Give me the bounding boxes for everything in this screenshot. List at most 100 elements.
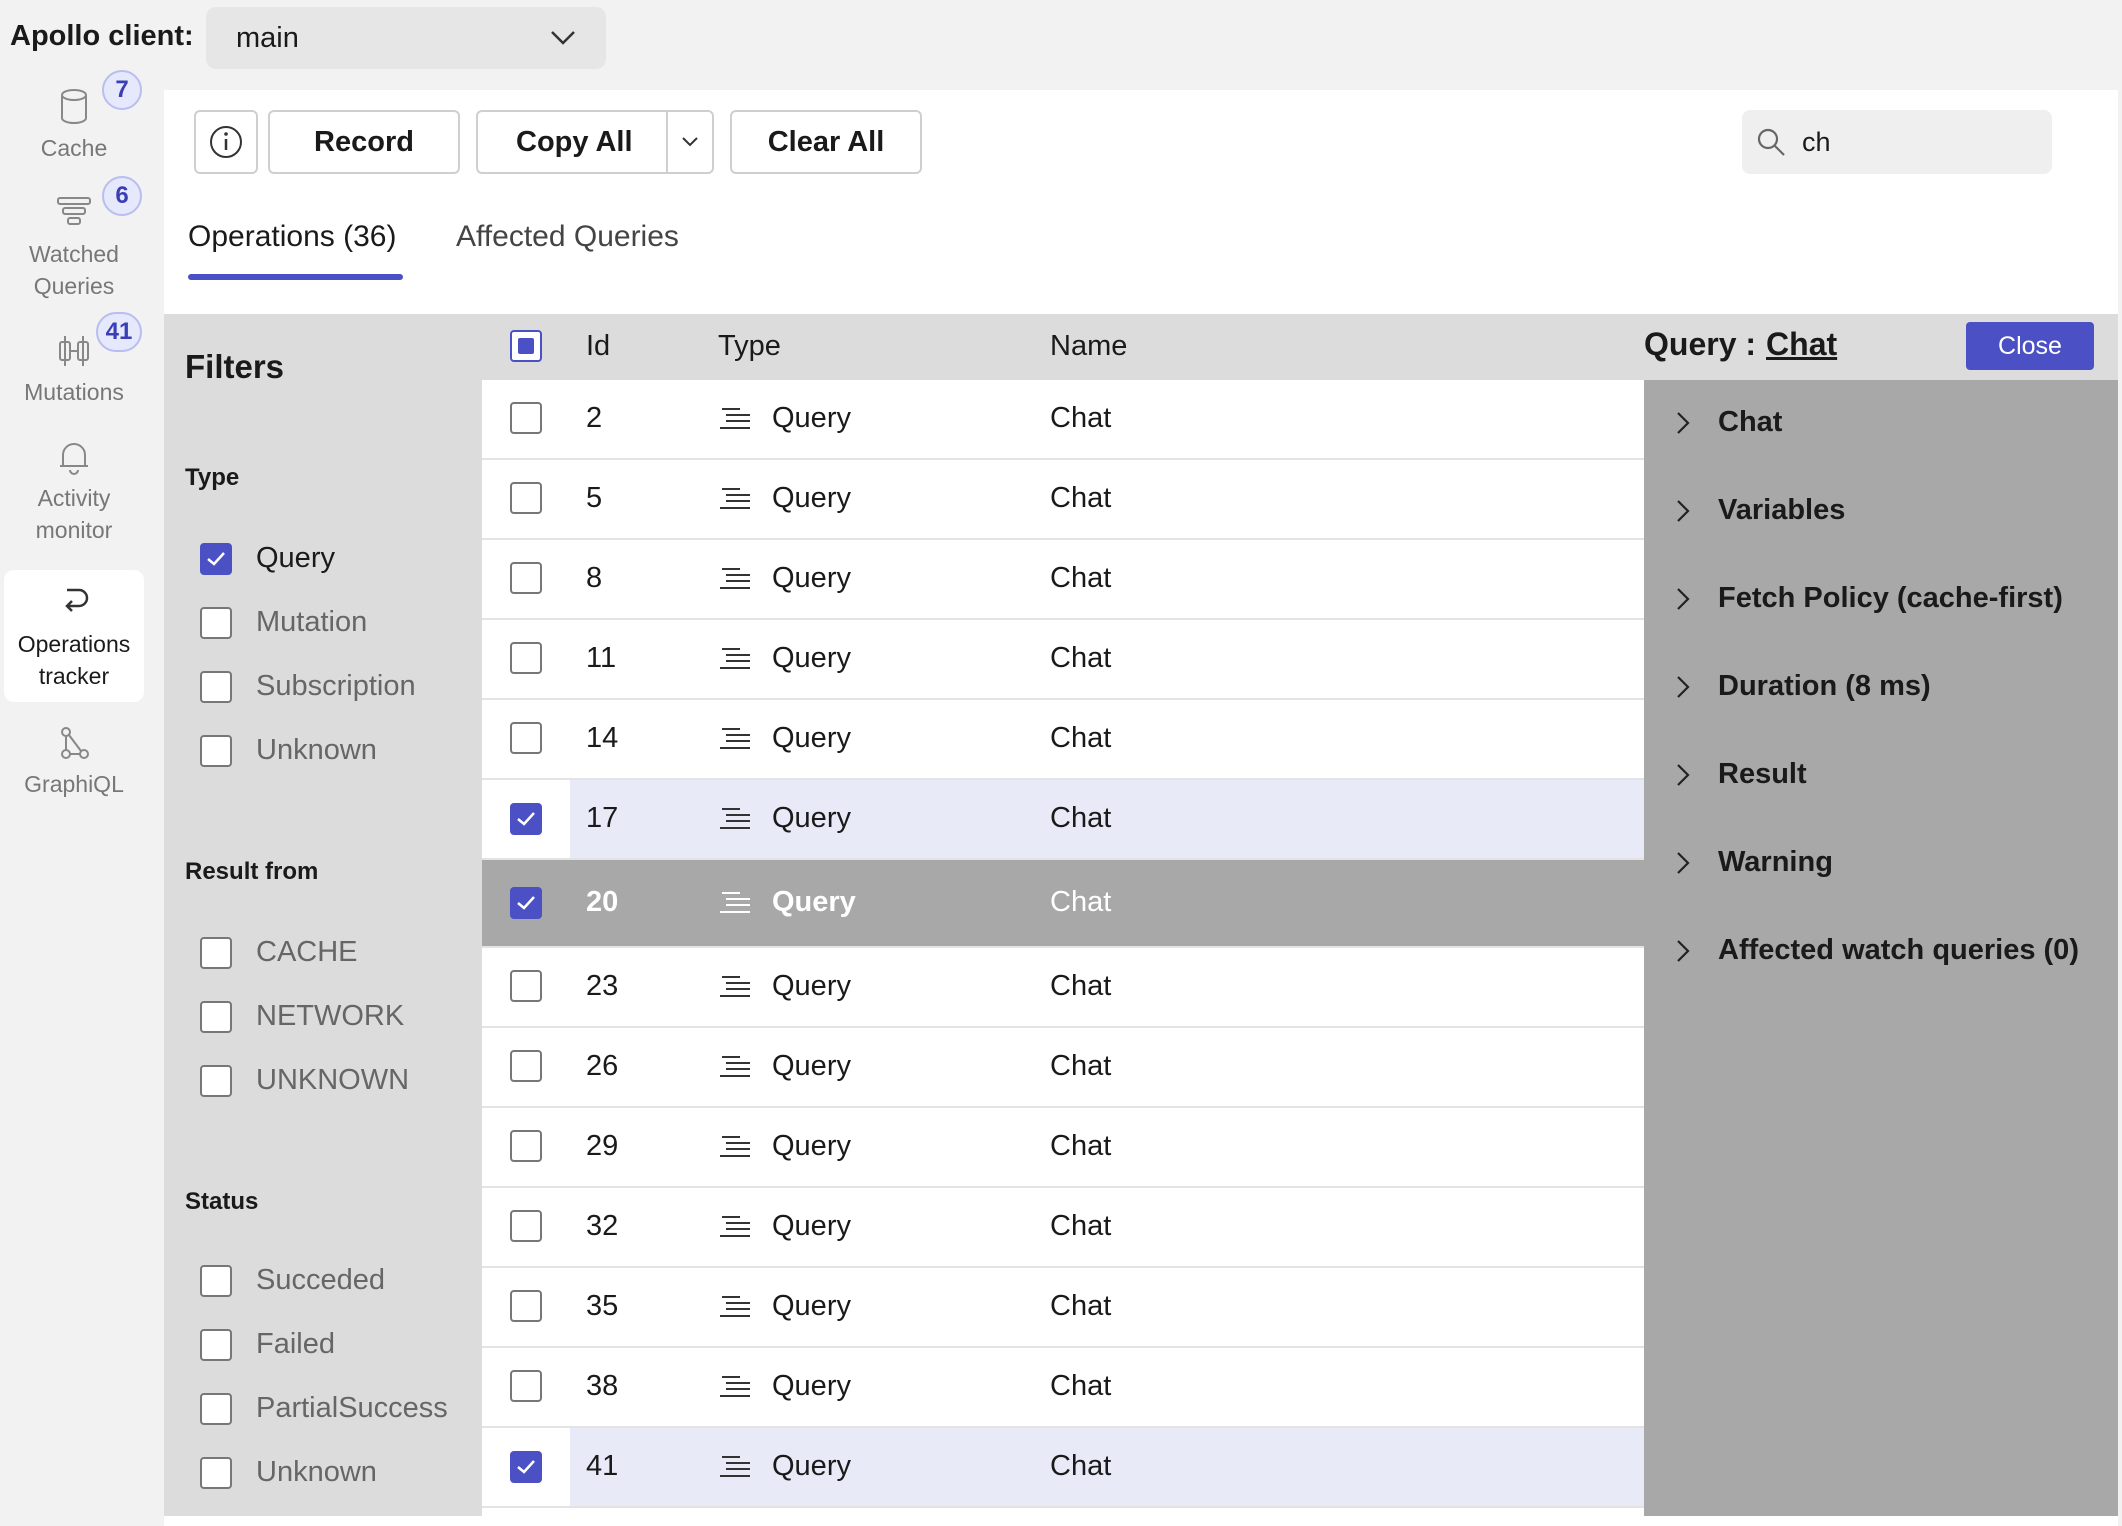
filter-status-partial-success[interactable]: PartialSuccess — [200, 1392, 448, 1425]
chevron-right-icon — [1677, 763, 1690, 786]
tab-affected-queries[interactable]: Affected Queries — [456, 220, 679, 254]
select-all-checkbox[interactable] — [510, 330, 542, 362]
detail-section-result[interactable]: Result — [1676, 758, 1807, 791]
checkbox[interactable] — [200, 1328, 232, 1361]
row-checkbox-checked[interactable] — [510, 887, 542, 919]
table-row[interactable]: 8 Query Chat — [482, 540, 1644, 620]
row-checkbox-checked[interactable] — [510, 1451, 542, 1483]
row-type-label: Query — [772, 642, 851, 674]
table-row-selected[interactable]: 17 Query Chat — [482, 780, 1644, 860]
row-type-label: Query — [772, 1050, 851, 1082]
row-checkbox[interactable] — [510, 1370, 542, 1402]
nav-graphiql[interactable]: GraphiQL — [4, 724, 144, 800]
tab-operations[interactable]: Operations (36) — [188, 220, 396, 254]
row-checkbox[interactable] — [510, 1050, 542, 1082]
detail-section-duration[interactable]: Duration (8 ms) — [1676, 670, 1931, 703]
row-checkbox[interactable] — [510, 642, 542, 674]
checkbox[interactable] — [200, 606, 232, 639]
record-button[interactable]: Record — [268, 110, 460, 174]
row-checkbox[interactable] — [510, 402, 542, 434]
filter-status-unknown[interactable]: Unknown — [200, 1456, 377, 1489]
table-row[interactable]: 5 Query Chat — [482, 460, 1644, 540]
checkbox[interactable] — [200, 1064, 232, 1097]
filter-type-query[interactable]: Query — [200, 542, 335, 575]
table-row[interactable]: 2 Query Chat — [482, 380, 1644, 460]
nav-operations-tracker[interactable]: Operations tracker — [4, 570, 144, 702]
table-row-active[interactable]: 20 Query Chat — [482, 860, 1644, 948]
row-name: Chat — [1050, 722, 1112, 754]
filter-result-unknown[interactable]: UNKNOWN — [200, 1064, 409, 1097]
table-row[interactable]: 38 Query Chat — [482, 1348, 1644, 1428]
table-row[interactable]: 23 Query Chat — [482, 948, 1644, 1028]
checkbox[interactable] — [200, 1264, 232, 1297]
chevron-right-icon — [1677, 411, 1690, 434]
filter-type-subscription[interactable]: Subscription — [200, 670, 416, 703]
filter-status-failed[interactable]: Failed — [200, 1328, 335, 1361]
table-row[interactable]: 29 Query Chat — [482, 1108, 1644, 1188]
row-name: Chat — [1050, 1290, 1112, 1322]
checkbox[interactable] — [200, 670, 232, 703]
clear-all-button[interactable]: Clear All — [730, 110, 922, 174]
checkbox[interactable] — [200, 734, 232, 767]
query-icon — [720, 891, 750, 913]
filter-type-unknown[interactable]: Unknown — [200, 734, 377, 767]
table-row[interactable]: 32 Query Chat — [482, 1188, 1644, 1268]
filter-option-label: PartialSuccess — [256, 1392, 448, 1424]
row-name: Chat — [1050, 482, 1112, 514]
detail-section-chat[interactable]: Chat — [1676, 406, 1782, 439]
row-checkbox[interactable] — [510, 722, 542, 754]
info-button[interactable] — [194, 110, 258, 174]
query-icon — [720, 1455, 750, 1477]
detail-title-link[interactable]: Chat — [1766, 326, 1837, 362]
checkbox[interactable] — [200, 936, 232, 969]
row-checkbox-cell — [510, 482, 542, 522]
checkbox[interactable] — [200, 1000, 232, 1033]
row-checkbox-checked[interactable] — [510, 803, 542, 835]
detail-section-variables[interactable]: Variables — [1676, 494, 1845, 527]
copy-all-button[interactable]: Copy All — [476, 110, 714, 174]
row-checkbox[interactable] — [510, 1210, 542, 1242]
detail-section-affected-watch-queries[interactable]: Affected watch queries (0) — [1676, 934, 2079, 967]
row-checkbox-cell — [510, 402, 542, 442]
column-header-name[interactable]: Name — [1050, 330, 1127, 363]
checkbox-checked[interactable] — [200, 542, 232, 575]
search-field[interactable]: ch — [1742, 110, 2052, 174]
row-name: Chat — [1050, 802, 1112, 834]
check-icon — [207, 551, 225, 566]
copy-all-dropdown[interactable] — [666, 112, 712, 172]
row-checkbox[interactable] — [510, 482, 542, 514]
query-icon — [720, 407, 750, 429]
column-header-id[interactable]: Id — [586, 330, 610, 363]
row-type-label: Query — [772, 1370, 851, 1402]
row-type: Query — [718, 482, 851, 515]
row-name: Chat — [1050, 402, 1112, 434]
column-header-type[interactable]: Type — [718, 330, 781, 363]
table-row[interactable]: 26 Query Chat — [482, 1028, 1644, 1108]
checkbox[interactable] — [200, 1456, 232, 1489]
table-row[interactable]: 14 Query Chat — [482, 700, 1644, 780]
filter-type-mutation[interactable]: Mutation — [200, 606, 367, 639]
client-select-value: main — [236, 21, 299, 54]
row-checkbox[interactable] — [510, 1130, 542, 1162]
checkbox[interactable] — [200, 1392, 232, 1425]
row-id: 23 — [586, 970, 619, 1002]
search-input[interactable]: ch — [1802, 127, 1831, 158]
filters-panel: Filters Type Query Mutation Subscription… — [164, 314, 482, 1516]
row-checkbox[interactable] — [510, 562, 542, 594]
client-select[interactable]: main — [206, 7, 606, 69]
filter-result-network[interactable]: NETWORK — [200, 1000, 404, 1033]
filter-option-label: Succeded — [256, 1264, 385, 1296]
close-button[interactable]: Close — [1966, 322, 2094, 370]
filter-status-succeded[interactable]: Succeded — [200, 1264, 385, 1297]
table-row[interactable]: 11 Query Chat — [482, 620, 1644, 700]
row-checkbox[interactable] — [510, 1290, 542, 1322]
table-row[interactable]: 35 Query Chat — [482, 1268, 1644, 1348]
query-icon — [720, 975, 750, 997]
row-checkbox[interactable] — [510, 970, 542, 1002]
table-row-selected[interactable]: 41 Query Chat — [482, 1428, 1644, 1508]
detail-section-warning[interactable]: Warning — [1676, 846, 1833, 879]
detail-section-fetch-policy[interactable]: Fetch Policy (cache-first) — [1676, 582, 2063, 615]
filter-result-cache[interactable]: CACHE — [200, 936, 358, 969]
nav-watched-label-1: Watched — [29, 241, 119, 267]
nav-activity-monitor[interactable]: Activity monitor — [4, 438, 144, 546]
